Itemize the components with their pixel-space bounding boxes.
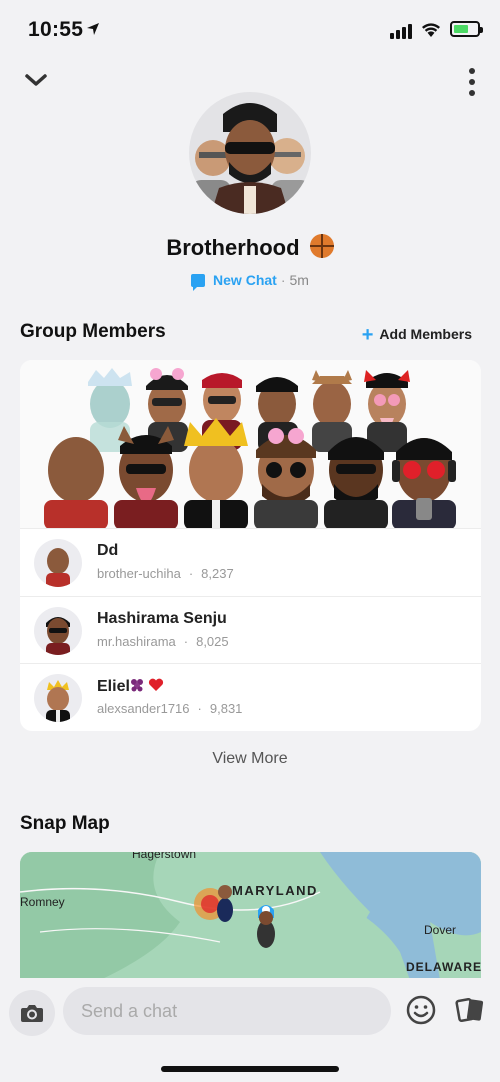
member-score: 8,237	[201, 566, 234, 581]
send-chat-input[interactable]	[63, 987, 391, 1035]
add-members-label: Add Members	[379, 326, 472, 342]
member-score: 9,831	[209, 701, 243, 716]
map-label-hagerstown: Hagerstown	[132, 852, 197, 861]
add-members-button[interactable]: + Add Members	[362, 324, 472, 347]
map-label-romney: Romney	[20, 895, 65, 909]
member-name: Eliel	[97, 677, 164, 696]
wifi-icon	[422, 23, 440, 37]
group-bitmoji-image	[191, 103, 311, 214]
snap-map-preview[interactable]: Hagerstown MARYLAND Romney Dover DELAWAR…	[20, 852, 481, 980]
last-active-time: 5m	[289, 272, 309, 288]
location-arrow-icon	[87, 23, 99, 35]
chevron-down-icon	[25, 74, 47, 86]
map-label-maryland: MARYLAND	[232, 883, 318, 898]
group-avatar[interactable]	[189, 92, 311, 214]
member-name-text: Eliel	[97, 678, 130, 695]
map-label-dover: Dover	[424, 923, 457, 937]
member-row[interactable]: Dd brother-uchiha · 8,237	[20, 528, 481, 596]
chat-status-row: New Chat · 5m	[0, 272, 500, 291]
group-bitmoji-banner[interactable]	[20, 360, 481, 530]
dot-icon	[469, 90, 475, 96]
map-label-delaware: DELAWARE	[406, 960, 481, 974]
home-indicator	[161, 1066, 339, 1072]
group-members-bitmoji-image	[44, 368, 456, 530]
member-username: brother-uchiha	[97, 566, 181, 581]
group-name: Brotherhood	[0, 234, 500, 261]
member-row[interactable]: Hashirama Senju mr.hashirama · 8,025	[20, 595, 481, 664]
cards-button[interactable]	[454, 994, 486, 1026]
view-more-button[interactable]: View More	[0, 750, 500, 768]
member-username: mr.hashirama	[97, 633, 176, 649]
camera-icon	[21, 1005, 43, 1022]
status-time: 10:55	[28, 18, 84, 41]
new-chat-link[interactable]: New Chat	[213, 272, 277, 288]
member-name: Hashirama Senju	[97, 609, 227, 627]
member-username-score: mr.hashirama · 8,025	[97, 633, 229, 649]
member-name: Dd	[97, 542, 119, 559]
member-username-score: brother-uchiha · 8,237	[97, 566, 234, 581]
collapse-chevron-button[interactable]	[22, 66, 50, 94]
emoji-button[interactable]	[405, 994, 437, 1026]
more-options-button[interactable]	[464, 68, 480, 96]
grapes-icon	[130, 679, 143, 692]
smiley-icon	[406, 995, 436, 1025]
group-name-text: Brotherhood	[166, 235, 300, 260]
member-username-score: alexsander1716 · 9,831	[97, 701, 243, 716]
snap-map-heading: Snap Map	[20, 813, 110, 834]
group-members-heading: Group Members	[20, 321, 166, 342]
member-avatar	[34, 674, 82, 722]
basketball-icon	[309, 234, 334, 258]
member-avatar	[34, 606, 82, 655]
member-username: alexsander1716	[97, 701, 190, 716]
separator: ·	[280, 272, 286, 288]
battery-icon	[450, 21, 483, 37]
chat-bubble-icon	[191, 274, 206, 291]
camera-button[interactable]	[9, 990, 55, 1036]
cellular-signal-icon	[390, 24, 412, 39]
member-row[interactable]: Eliel alexsander1716 · 9,831	[20, 663, 481, 731]
status-bar: 10:55	[0, 0, 500, 60]
member-score: 8,025	[196, 633, 229, 649]
group-members-card: Dd brother-uchiha · 8,237 Hashirama Senju …	[20, 360, 481, 731]
dot-icon	[469, 68, 475, 74]
dot-icon	[469, 79, 475, 85]
member-avatar	[34, 539, 82, 587]
plus-icon: +	[361, 324, 374, 346]
red-heart-icon	[148, 678, 163, 691]
cards-icon	[455, 998, 484, 1022]
